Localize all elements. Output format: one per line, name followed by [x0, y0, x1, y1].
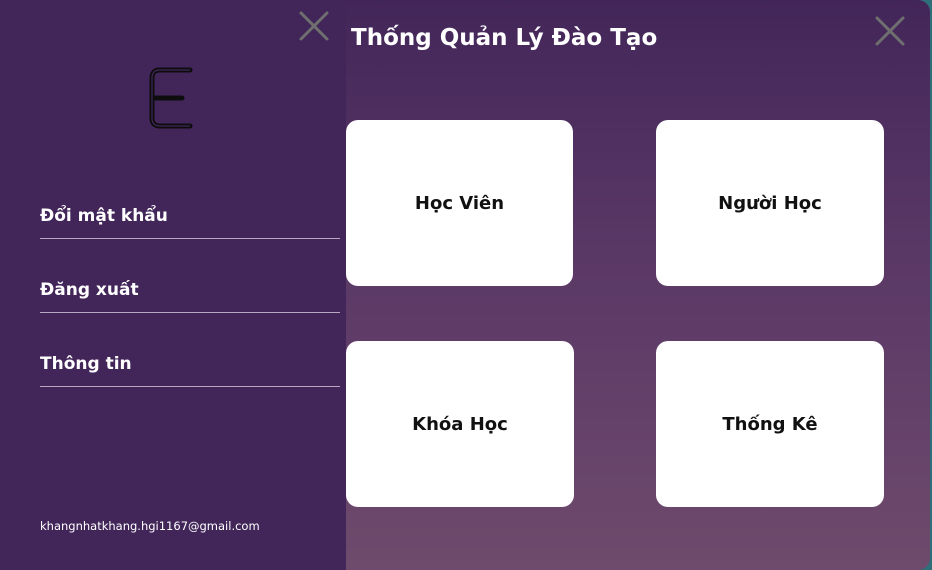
- card-label: Học Viên: [414, 192, 505, 214]
- close-icon[interactable]: [298, 10, 330, 42]
- page-title: Thống Quản Lý Đào Tạo: [351, 25, 658, 51]
- letter-e-logo-icon: [149, 67, 193, 129]
- card-khoa-hoc[interactable]: Khóa Học: [346, 341, 574, 507]
- close-icon[interactable]: [874, 15, 906, 47]
- app-window: Đổi mật khẩu Đăng xuất Thông tin khangnh…: [0, 0, 930, 570]
- menu-item-label: Đổi mật khẩu: [40, 205, 168, 226]
- card-label: Người Học: [718, 192, 822, 214]
- menu-item-label: Thông tin: [40, 353, 132, 374]
- menu-item-label: Đăng xuất: [40, 279, 139, 300]
- user-email: khangnhatkhang.hgi1167@gmail.com: [40, 519, 260, 533]
- card-hoc-vien[interactable]: Học Viên: [346, 120, 573, 286]
- menu-item-change-password[interactable]: Đổi mật khẩu: [40, 193, 340, 239]
- card-nguoi-hoc[interactable]: Người Học: [656, 120, 884, 286]
- card-label: Khóa Học: [412, 413, 508, 435]
- sidebar: Đổi mật khẩu Đăng xuất Thông tin khangnh…: [0, 0, 346, 570]
- card-thong-ke[interactable]: Thống Kê: [656, 341, 884, 507]
- menu-item-info[interactable]: Thông tin: [40, 341, 340, 387]
- card-label: Thống Kê: [722, 413, 818, 435]
- menu-item-logout[interactable]: Đăng xuất: [40, 267, 340, 313]
